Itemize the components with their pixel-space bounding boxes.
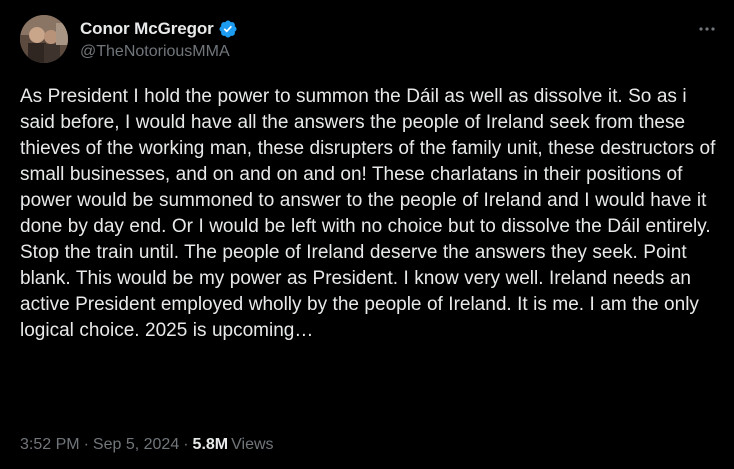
views-label[interactable]: Views [231,436,273,454]
tweet-text: As President I hold the power to summon … [20,86,716,341]
tweet-time[interactable]: 3:52 PM [20,436,80,454]
more-options-button[interactable] [694,16,720,42]
tweet-card: Conor McGregor @TheNotoriousMMA As Presi… [0,0,734,469]
avatar[interactable] [20,15,68,63]
meta-separator: · [183,436,189,453]
author-name-row: Conor McGregor [80,18,238,40]
display-name[interactable]: Conor McGregor [80,19,214,39]
author-handle[interactable]: @TheNotoriousMMA [80,43,230,61]
tweet-date[interactable]: Sep 5, 2024 [93,436,179,454]
meta-separator: · [83,436,89,453]
verified-badge-icon [219,20,237,38]
more-options-icon [699,27,715,31]
tweet-meta: 3:52 PM · Sep 5, 2024 · 5.8M Views [20,436,274,454]
avatar-image [20,15,68,63]
view-count[interactable]: 5.8M [193,436,229,454]
